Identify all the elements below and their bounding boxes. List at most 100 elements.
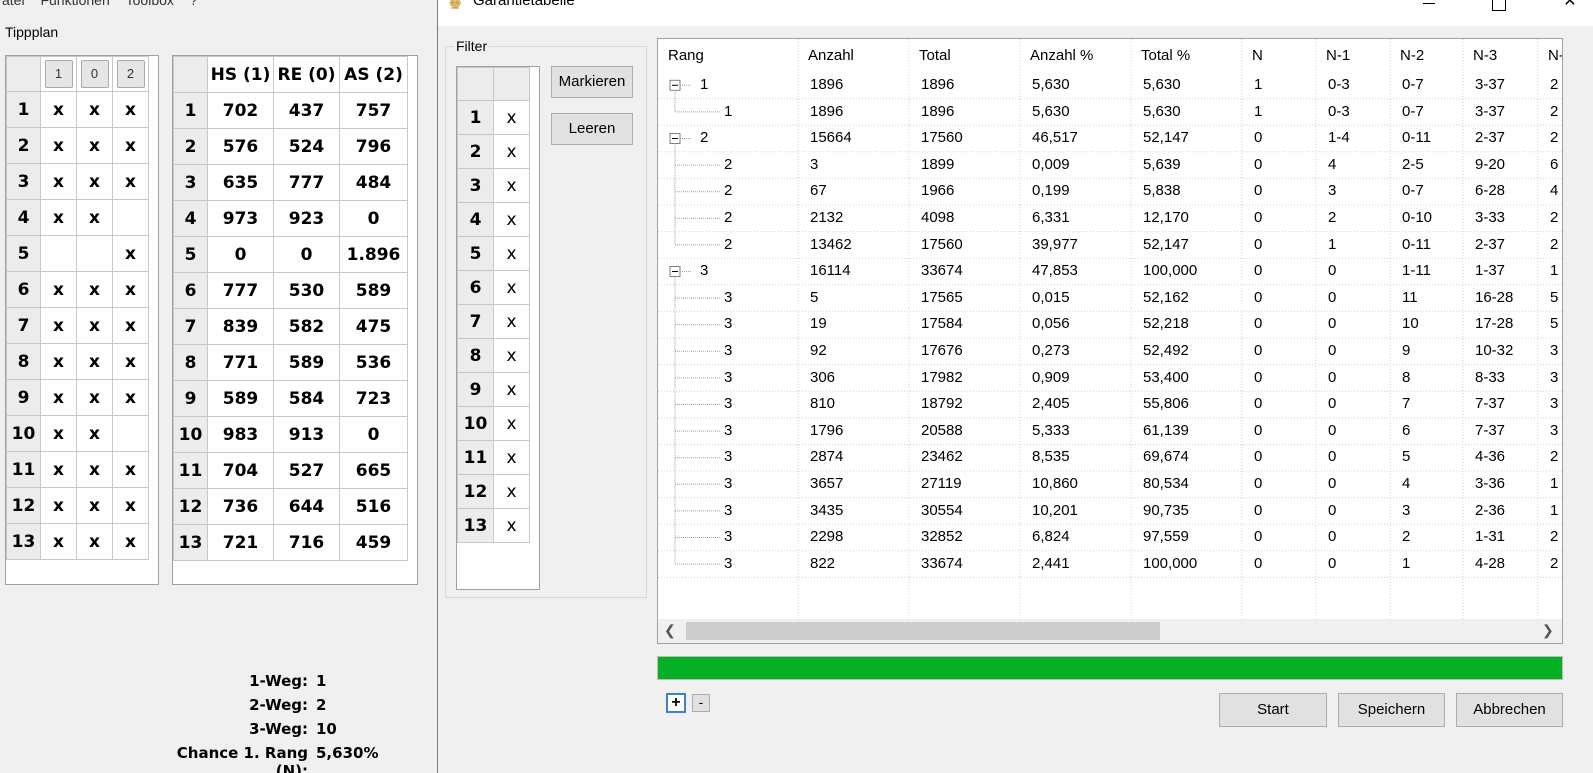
tipp-col-header-btn[interactable]: 2 (116, 60, 145, 88)
tree-rang-cell[interactable]: 3 (724, 289, 732, 306)
abbrechen-button[interactable]: Abbrechen (1456, 693, 1563, 727)
tipp-cell[interactable] (112, 199, 149, 236)
tipp-col-header-2[interactable]: 2 (112, 56, 149, 92)
tree-rang-cell[interactable]: 3 (700, 262, 708, 279)
filter-cell[interactable]: x (493, 100, 530, 135)
filter-cell[interactable]: x (493, 338, 530, 373)
filter-cell[interactable]: x (493, 372, 530, 407)
tree-rang-cell[interactable]: 3 (724, 475, 732, 492)
tipp-cell[interactable]: x (76, 199, 113, 236)
column-header[interactable]: N-1 (1326, 47, 1350, 64)
tipp-cell[interactable]: x (40, 307, 77, 344)
column-header[interactable]: N-3 (1473, 47, 1497, 64)
horizontal-scrollbar[interactable]: ❮ ❯ (658, 619, 1562, 643)
tipp-cell[interactable]: x (76, 487, 113, 524)
tree-rang-cell[interactable]: 3 (724, 342, 732, 359)
tipp-cell[interactable]: x (76, 451, 113, 488)
tree-rang-cell[interactable]: 3 (724, 315, 732, 332)
scroll-right-icon[interactable]: ❯ (1542, 622, 1556, 640)
tipp-cell[interactable]: x (76, 271, 113, 308)
tree-rang-cell[interactable]: 3 (724, 448, 732, 465)
column-header[interactable]: N-2 (1400, 47, 1424, 64)
tipp-cell[interactable]: x (76, 307, 113, 344)
tipp-cell[interactable]: x (40, 487, 77, 524)
tipp-cell[interactable]: x (112, 343, 149, 380)
close-icon[interactable]: ✕ (1548, 0, 1592, 12)
tipp-col-header-1[interactable]: 1 (40, 56, 77, 92)
tipp-cell[interactable]: x (112, 307, 149, 344)
tipp-cell[interactable]: x (40, 523, 77, 560)
tipp-cell[interactable]: x (112, 523, 149, 560)
tipp-cell[interactable] (76, 235, 113, 272)
tipp-cell[interactable]: x (76, 379, 113, 416)
tipp-cell[interactable]: x (112, 235, 149, 272)
tipp-cell[interactable] (40, 235, 77, 272)
filter-cell[interactable]: x (493, 202, 530, 237)
tree-rang-cell[interactable]: 3 (724, 555, 732, 572)
filter-cell[interactable]: x (493, 134, 530, 169)
menu-help[interactable]: ? (190, 0, 198, 8)
column-header[interactable]: Total (919, 47, 951, 64)
tree-rang-cell[interactable]: 2 (724, 209, 732, 226)
scroll-left-icon[interactable]: ❮ (664, 622, 678, 640)
filter-cell[interactable]: x (493, 508, 530, 543)
tipp-cell[interactable]: x (112, 163, 149, 200)
column-header[interactable]: N (1252, 47, 1263, 64)
garantie-tree-table[interactable]: Rang Anzahl Total Anzahl % Total % N N-1 N-2 N-3… (657, 38, 1563, 644)
filter-cell[interactable]: x (493, 406, 530, 441)
tipp-cell[interactable]: x (112, 271, 149, 308)
tipp-cell[interactable]: x (40, 271, 77, 308)
tipp-col-header-btn[interactable]: 0 (80, 60, 109, 88)
filter-cell[interactable]: x (493, 304, 530, 339)
tipp-cell[interactable]: x (76, 91, 113, 128)
tipp-cell[interactable]: x (40, 379, 77, 416)
tipp-cell[interactable]: x (112, 127, 149, 164)
tree-rang-cell[interactable]: 2 (700, 129, 708, 146)
collapse-all-button[interactable]: - (692, 694, 710, 712)
tipp-cell[interactable]: x (76, 127, 113, 164)
tree-rang-cell[interactable]: 2 (724, 182, 732, 199)
tree-rang-cell[interactable]: 3 (724, 422, 732, 439)
column-header[interactable]: N- (1548, 47, 1562, 64)
menu-funktionen[interactable]: Funktionen (40, 0, 109, 8)
tree-rang-cell[interactable]: 2 (724, 236, 732, 253)
menu-toolbox[interactable]: Toolbox (126, 0, 174, 8)
tipp-cell[interactable]: x (76, 415, 113, 452)
tree-rang-cell[interactable]: 1 (724, 103, 732, 120)
tipp-cell[interactable]: x (112, 451, 149, 488)
tipp-cell[interactable]: x (76, 163, 113, 200)
maximize-button[interactable] (1478, 0, 1518, 12)
column-header[interactable]: Total % (1141, 47, 1190, 64)
tipp-cell[interactable]: x (76, 523, 113, 560)
tipp-cell[interactable]: x (112, 379, 149, 416)
column-header[interactable]: Anzahl (808, 47, 854, 64)
tree-rang-cell[interactable]: 1 (700, 76, 708, 93)
filter-cell[interactable]: x (493, 440, 530, 475)
scrollbar-thumb[interactable] (686, 622, 1160, 640)
tipp-cell[interactable]: x (40, 343, 77, 380)
filter-cell[interactable]: x (493, 236, 530, 271)
tipp-cell[interactable]: x (112, 91, 149, 128)
expand-all-button[interactable]: + (666, 693, 686, 713)
tipp-cell[interactable]: x (40, 163, 77, 200)
dialog-titlebar[interactable]: ♚ Garantietabelle ✕ (438, 0, 1593, 26)
start-button[interactable]: Start (1219, 693, 1327, 727)
minimize-button[interactable] (1408, 0, 1448, 12)
tree-rang-cell[interactable]: 3 (724, 369, 732, 386)
tipp-cell[interactable]: x (76, 343, 113, 380)
filter-cell[interactable]: x (493, 474, 530, 509)
tree-rang-cell[interactable]: 3 (724, 502, 732, 519)
tipp-cell[interactable]: x (40, 451, 77, 488)
tipp-cell[interactable] (112, 415, 149, 452)
tipp-col-header-btn[interactable]: 1 (44, 60, 73, 88)
speichern-button[interactable]: Speichern (1338, 693, 1445, 727)
column-header[interactable]: Rang (668, 47, 704, 64)
column-header[interactable]: Anzahl % (1030, 47, 1093, 64)
tree-rang-cell[interactable]: 3 (724, 395, 732, 412)
tipp-cell[interactable]: x (40, 91, 77, 128)
tipp-cell[interactable]: x (40, 127, 77, 164)
leeren-button[interactable]: Leeren (551, 113, 633, 145)
tree-rang-cell[interactable]: 3 (724, 528, 732, 545)
tipp-col-header-0[interactable]: 0 (76, 56, 113, 92)
filter-cell[interactable]: x (493, 270, 530, 305)
